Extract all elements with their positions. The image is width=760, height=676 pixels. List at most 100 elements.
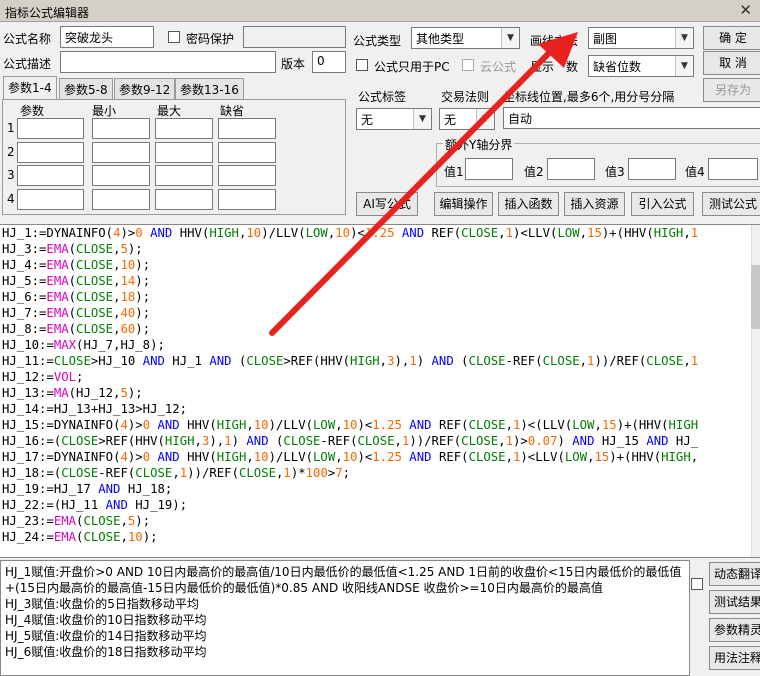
edit-ops-button[interactable]: 编辑操作 — [434, 192, 493, 216]
draw-select[interactable]: 副图 ▼ — [588, 27, 694, 49]
param4-name[interactable] — [17, 189, 84, 210]
version-input[interactable]: 0 — [312, 51, 346, 73]
code-token: ( — [298, 226, 306, 240]
insert-function-button[interactable]: 插入函数 — [498, 192, 559, 216]
code-token: )/ — [268, 450, 284, 464]
password-field[interactable] — [243, 26, 346, 48]
trade-select[interactable]: 无 ▼ — [439, 108, 495, 130]
tag-value: 无 — [361, 113, 374, 127]
code-token: LOW — [557, 226, 580, 240]
code-token: AND — [646, 434, 669, 448]
code-token: ( — [68, 290, 77, 304]
param1-name[interactable] — [17, 118, 84, 139]
code-token: ( — [305, 418, 314, 432]
coord-input[interactable]: 自动 — [503, 107, 760, 129]
code-token: )< — [513, 226, 528, 240]
param4-max[interactable] — [155, 189, 213, 210]
desc-checkbox[interactable] — [691, 578, 703, 590]
param2-default[interactable] — [218, 142, 276, 163]
dynamic-translate-button[interactable]: 动态翻译 — [709, 562, 760, 586]
code-line: HJ_10:=MAX(HJ_7,HJ_8); — [0, 337, 760, 353]
code-token: ( — [342, 354, 351, 368]
code-token: HJ_19:=HJ_17 — [2, 482, 99, 496]
param3-min[interactable] — [92, 165, 150, 186]
param2-min[interactable] — [92, 142, 150, 163]
formula-desc-input[interactable] — [60, 51, 276, 73]
code-token: CLOSE — [246, 354, 284, 368]
chevron-down-icon: ▼ — [413, 109, 431, 129]
code-token: )+( — [601, 226, 625, 240]
v2-label: 值2 — [524, 165, 544, 179]
code-token: , — [579, 226, 588, 240]
param1-min[interactable] — [92, 118, 150, 139]
param4-default[interactable] — [218, 189, 276, 210]
param4-min[interactable] — [92, 189, 150, 210]
code-token: HJ_18:=( — [2, 466, 62, 480]
code-token: ( — [231, 466, 239, 480]
v1-input[interactable] — [465, 158, 513, 180]
code-token: 10 — [342, 418, 358, 432]
code-token: LOW — [305, 226, 328, 240]
v4-input[interactable] — [708, 158, 758, 180]
code-editor[interactable]: HJ_1:=DYNAINFO(4)>0 AND HHV(HIGH,10)/LLV… — [0, 224, 760, 558]
code-token: ); — [135, 514, 151, 528]
insert-resource-button[interactable]: 插入资源 — [564, 192, 625, 216]
param2-max[interactable] — [155, 142, 213, 163]
test-formula-button[interactable]: 测试公式 — [702, 192, 760, 216]
name-label: 公式名称 — [3, 32, 52, 46]
v3-input[interactable] — [628, 158, 676, 180]
tag-select[interactable]: 无 ▼ — [356, 108, 432, 130]
code-token: ); — [127, 386, 143, 400]
code-token: (HJ_12, — [68, 386, 121, 400]
param-wizard-button[interactable]: 参数精灵 — [709, 618, 760, 642]
formula-name-input[interactable]: 突破龙头 — [60, 26, 154, 48]
code-token: LOW — [572, 418, 595, 432]
tab-params-1-4[interactable]: 参数1-4 — [3, 76, 57, 100]
tab-params-9-12[interactable]: 参数9-12 — [114, 78, 176, 99]
v3-label: 值3 — [605, 165, 625, 179]
code-token: 0.07 — [527, 434, 558, 448]
coord-label: 坐标线位置,最多6个,用分号分隔 — [503, 90, 675, 104]
ai-formula-button[interactable]: AI写公式 — [356, 192, 418, 216]
code-token: , — [335, 418, 343, 432]
code-token: ); — [142, 530, 158, 544]
param3-default[interactable] — [218, 165, 276, 186]
save-as-button[interactable]: 另存为 — [703, 78, 760, 102]
code-token: 60 — [120, 322, 136, 336]
draw-label: 画线方法 — [530, 34, 579, 48]
tab-params-5-8[interactable]: 参数5-8 — [59, 78, 113, 99]
param3-max[interactable] — [155, 165, 213, 186]
code-token: ( — [68, 306, 77, 320]
param1-default[interactable] — [218, 118, 276, 139]
tab-params-13-16[interactable]: 参数13-16 — [175, 78, 244, 99]
param2-name[interactable] — [17, 142, 84, 163]
type-select[interactable]: 其他类型 ▼ — [411, 27, 520, 49]
code-token: HJ_16:=( — [2, 434, 62, 448]
editor-scrollbar[interactable] — [751, 225, 760, 557]
code-line: HJ_13:=MA(HJ_12,5); — [0, 385, 760, 401]
code-token: CLOSE — [468, 354, 506, 368]
code-token: >HJ_10 — [90, 354, 143, 368]
code-token: REF — [431, 226, 454, 240]
pc-only-checkbox[interactable] — [356, 59, 368, 71]
import-formula-button[interactable]: 引入公式 — [631, 192, 694, 216]
decimal-select[interactable]: 缺省位数 ▼ — [588, 55, 694, 77]
code-token: )> — [513, 434, 528, 448]
type-value: 其他类型 — [416, 32, 465, 46]
close-icon[interactable]: ✕ — [739, 1, 752, 19]
code-line: HJ_24:=EMA(CLOSE,10); — [0, 529, 760, 545]
password-checkbox[interactable] — [168, 31, 180, 43]
code-token: LLV — [276, 226, 299, 240]
code-token: ; — [76, 370, 84, 384]
param1-max[interactable] — [155, 118, 213, 139]
usage-notes-button[interactable]: 用法注释 — [709, 646, 760, 670]
cancel-button[interactable]: 取 消 — [703, 51, 760, 75]
ok-button[interactable]: 确 定 — [703, 26, 760, 50]
cloud-checkbox[interactable] — [462, 59, 474, 71]
test-result-button[interactable]: 测试结果 — [709, 590, 760, 614]
param3-name[interactable] — [17, 165, 84, 186]
v2-input[interactable] — [547, 158, 595, 180]
scrollbar-thumb[interactable] — [751, 265, 760, 329]
code-token: ( — [305, 450, 314, 464]
code-token: (HJ_7,HJ_8); — [76, 338, 165, 352]
